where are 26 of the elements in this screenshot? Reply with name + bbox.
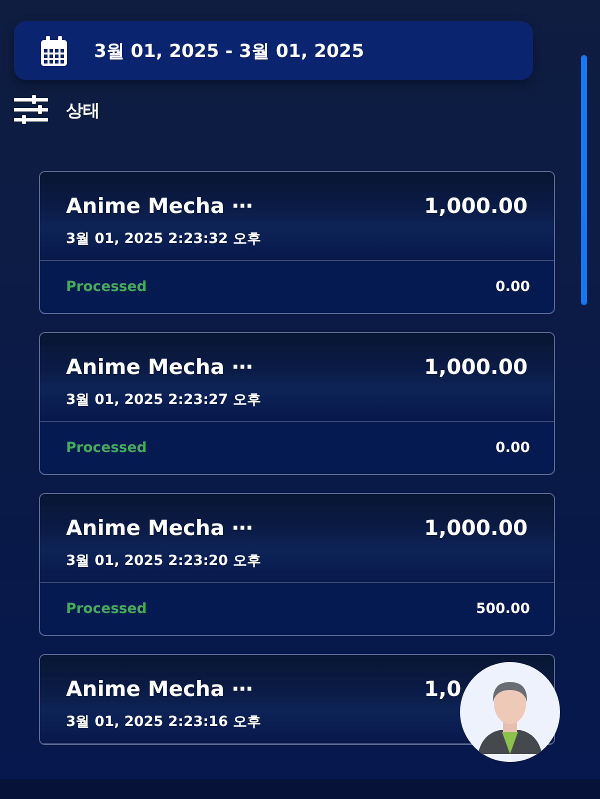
- order-amount: 1,000.00: [424, 516, 529, 540]
- order-status: Processed: [66, 279, 147, 295]
- order-amount: 1,000.00: [424, 355, 529, 379]
- filter-icon[interactable]: [14, 95, 48, 125]
- order-card[interactable]: Anime Mecha ⋯ 1,000.00 3월 01, 2025 2:23:27 오후 Processed 0.00: [39, 332, 555, 475]
- filter-label[interactable]: 상태: [66, 98, 100, 122]
- order-card[interactable]: Anime Mecha ⋯ 1,000.00 3월 01, 2025 2:23:32 오후 Processed 0.00: [39, 171, 555, 314]
- paid-amount: 500.00: [476, 601, 530, 617]
- order-card[interactable]: Anime Mecha ⋯ 1,000.00 3월 01, 2025 2:23:20 오후 Processed 500.00: [39, 493, 555, 636]
- order-title: Anime Mecha ⋯: [66, 516, 253, 540]
- order-datetime: 3월 01, 2025 2:23:16 오후: [66, 713, 262, 731]
- order-datetime: 3월 01, 2025 2:23:27 오후: [66, 391, 262, 409]
- order-datetime: 3월 01, 2025 2:23:32 오후: [66, 230, 262, 248]
- order-title: Anime Mecha ⋯: [66, 677, 253, 701]
- paid-amount: 0.00: [495, 279, 530, 295]
- date-range-button[interactable]: 3월 01, 2025 - 3월 01, 2025: [14, 21, 533, 80]
- order-title: Anime Mecha ⋯: [66, 194, 253, 218]
- order-title: Anime Mecha ⋯: [66, 355, 253, 379]
- order-amount: 1,0: [424, 677, 462, 701]
- scrollbar[interactable]: [581, 55, 587, 305]
- calendar-icon: [40, 36, 68, 66]
- paid-amount: 0.00: [495, 440, 530, 456]
- order-status: Processed: [66, 440, 147, 456]
- order-datetime: 3월 01, 2025 2:23:20 오후: [66, 552, 262, 570]
- order-amount: 1,000.00: [424, 194, 529, 218]
- order-status: Processed: [66, 601, 147, 617]
